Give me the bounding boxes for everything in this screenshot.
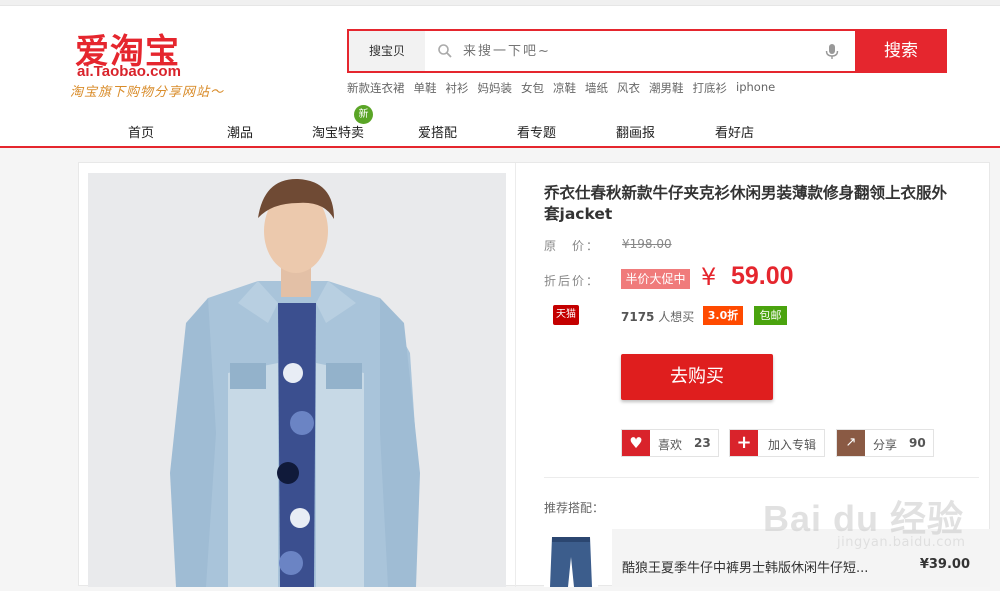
site-logo-domain[interactable]: ai.Taobao.com — [77, 63, 181, 80]
search-button[interactable]: 搜索 — [855, 29, 947, 73]
recommend-item-price: ¥39.00 — [919, 557, 970, 572]
currency-symbol: ¥ — [701, 263, 717, 291]
site-header: 爱淘宝 ai.Taobao.com 淘宝旗下购物分享网站～ 搜宝贝 搜索 新款连… — [0, 6, 1000, 148]
hot-word-link[interactable]: 新款连衣裙 — [347, 80, 405, 96]
want-count: 7175 人想买 — [621, 308, 694, 325]
want-count-label: 人想买 — [658, 310, 695, 324]
heart-icon: ♥ — [622, 430, 650, 456]
recommend-label: 推荐搭配： — [544, 501, 605, 515]
nav-item-home[interactable]: 首页 — [128, 122, 154, 141]
panel-divider — [515, 163, 516, 587]
share-icon: ↗ — [837, 430, 865, 456]
free-shipping-badge: 包邮 — [754, 306, 787, 325]
promo-badge: 半价大促中 — [621, 269, 690, 289]
search-input[interactable] — [463, 31, 823, 71]
nav-item-shops[interactable]: 看好店 — [715, 122, 754, 141]
like-count: 23 — [694, 436, 711, 450]
microphone-icon[interactable] — [823, 42, 841, 60]
nav-item-magazine[interactable]: 翻画报 — [616, 122, 655, 141]
nav-divider — [0, 146, 1000, 148]
search-icon — [438, 44, 452, 58]
site-slogan: 淘宝旗下购物分享网站～ — [70, 85, 225, 100]
hot-word-link[interactable]: 潮男鞋 — [649, 80, 684, 96]
recommend-thumbnail[interactable] — [544, 529, 598, 587]
want-count-number: 7175 — [621, 310, 655, 324]
main-nav: 首页 潮品 淘宝特卖 新 爱搭配 看专题 翻画报 看好店 — [0, 105, 1000, 148]
plus-icon: + — [730, 430, 758, 456]
new-badge: 新 — [354, 105, 373, 124]
hot-word-link[interactable]: 打底衫 — [693, 80, 728, 96]
tmall-icon: 天猫 — [553, 305, 579, 325]
nav-item-outfits[interactable]: 爱搭配 — [418, 122, 457, 141]
hot-word-link[interactable]: 凉鞋 — [553, 80, 576, 96]
hot-word-link[interactable]: 单鞋 — [414, 80, 437, 96]
hot-word-link[interactable]: 女包 — [521, 80, 544, 96]
buy-button[interactable]: 去购买 — [621, 354, 773, 400]
hot-search-words: 新款连衣裙 单鞋 衬衫 妈妈装 女包 凉鞋 墙纸 风衣 潮男鞋 打底衫 ipho… — [347, 80, 775, 96]
section-divider — [544, 477, 979, 478]
like-button[interactable]: ♥ 喜欢 23 — [621, 429, 719, 457]
original-price-label: 原 价： — [544, 239, 601, 253]
hot-word-link[interactable]: 风衣 — [617, 80, 640, 96]
sale-price: 59.00 — [731, 262, 794, 290]
hot-word-link[interactable]: iphone — [736, 80, 775, 96]
hot-word-link[interactable]: 墙纸 — [585, 80, 608, 96]
add-to-album-button[interactable]: + 加入专辑 — [729, 429, 825, 457]
recommend-item[interactable]: 酷狼王夏季牛仔中裤男士韩版休闲牛仔短... ¥39.00 — [612, 529, 990, 587]
nav-item-taobao-sale[interactable]: 淘宝特卖 — [312, 122, 364, 141]
add-album-label: 加入专辑 — [768, 438, 817, 452]
original-price: ¥198.00 — [622, 237, 672, 251]
product-title[interactable]: 乔衣仕春秋新款牛仔夹克衫休闲男装薄款修身翻领上衣服外套jacket — [544, 183, 959, 225]
nav-item-trends[interactable]: 潮品 — [227, 122, 253, 141]
recommend-item-name[interactable]: 酷狼王夏季牛仔中裤男士韩版休闲牛仔短... — [622, 557, 868, 576]
like-label: 喜欢 — [658, 438, 683, 452]
share-button[interactable]: ↗ 分享 90 — [836, 429, 934, 457]
model-image — [88, 173, 506, 587]
hot-word-link[interactable]: 衬衫 — [446, 80, 469, 96]
product-panel: 乔衣仕春秋新款牛仔夹克衫休闲男装薄款修身翻领上衣服外套jacket 原 价： ¥… — [78, 162, 990, 587]
search-box: 搜宝贝 搜索 — [347, 29, 947, 73]
nav-item-topics[interactable]: 看专题 — [517, 122, 556, 141]
search-category-select[interactable]: 搜宝贝 — [349, 31, 425, 71]
share-count: 90 — [909, 436, 926, 450]
shorts-image — [546, 531, 596, 587]
discount-badge: 3.0折 — [703, 306, 743, 325]
hot-word-link[interactable]: 妈妈装 — [478, 80, 513, 96]
sale-price-label: 折后价： — [544, 274, 601, 288]
share-label: 分享 — [873, 438, 898, 452]
product-photo[interactable] — [88, 173, 506, 587]
